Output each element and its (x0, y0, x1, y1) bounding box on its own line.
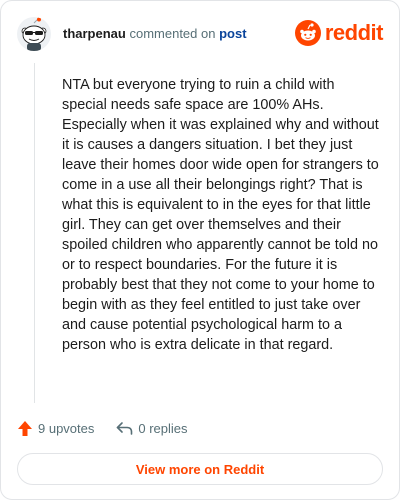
reply-count: 0 replies (138, 420, 188, 436)
upvote-arrow-icon (18, 420, 32, 436)
action-text: commented on (129, 26, 216, 41)
reddit-logo-icon (294, 20, 321, 46)
brand-wordmark: reddit (324, 20, 384, 45)
username-link[interactable]: tharpenau (63, 26, 126, 41)
upvote-button[interactable]: 9 upvotes (17, 420, 94, 437)
comment-actions: 9 upvotes 0 replies (17, 417, 188, 439)
reply-button[interactable]: 0 replies (116, 420, 188, 436)
comment-body: NTA but everyone trying to ruin a child … (62, 77, 379, 353)
post-link[interactable]: post (219, 26, 246, 41)
user-avatar[interactable] (17, 17, 51, 51)
view-more-button[interactable]: View more on Reddit (17, 453, 383, 485)
reddit-brand[interactable]: reddit (294, 19, 384, 47)
thread-line (34, 63, 35, 403)
snoo-avatar-icon (21, 17, 47, 51)
reply-arrow-icon (117, 421, 133, 435)
comment-embed-card: tharpenau commented on post reddit NTA b… (0, 0, 400, 500)
comment-header: tharpenau commented on post reddit (17, 17, 384, 51)
upvote-count: 9 upvotes (38, 420, 95, 436)
comment-byline: tharpenau commented on post (63, 26, 247, 41)
